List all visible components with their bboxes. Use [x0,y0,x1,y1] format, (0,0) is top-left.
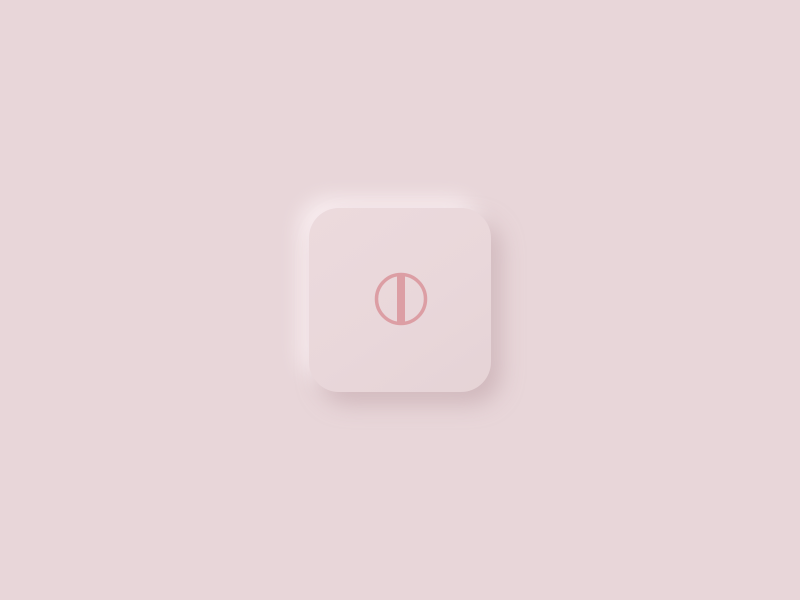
circle-split-icon [374,272,428,326]
page-background [0,0,800,600]
neumorphic-icon-button[interactable] [309,208,491,392]
